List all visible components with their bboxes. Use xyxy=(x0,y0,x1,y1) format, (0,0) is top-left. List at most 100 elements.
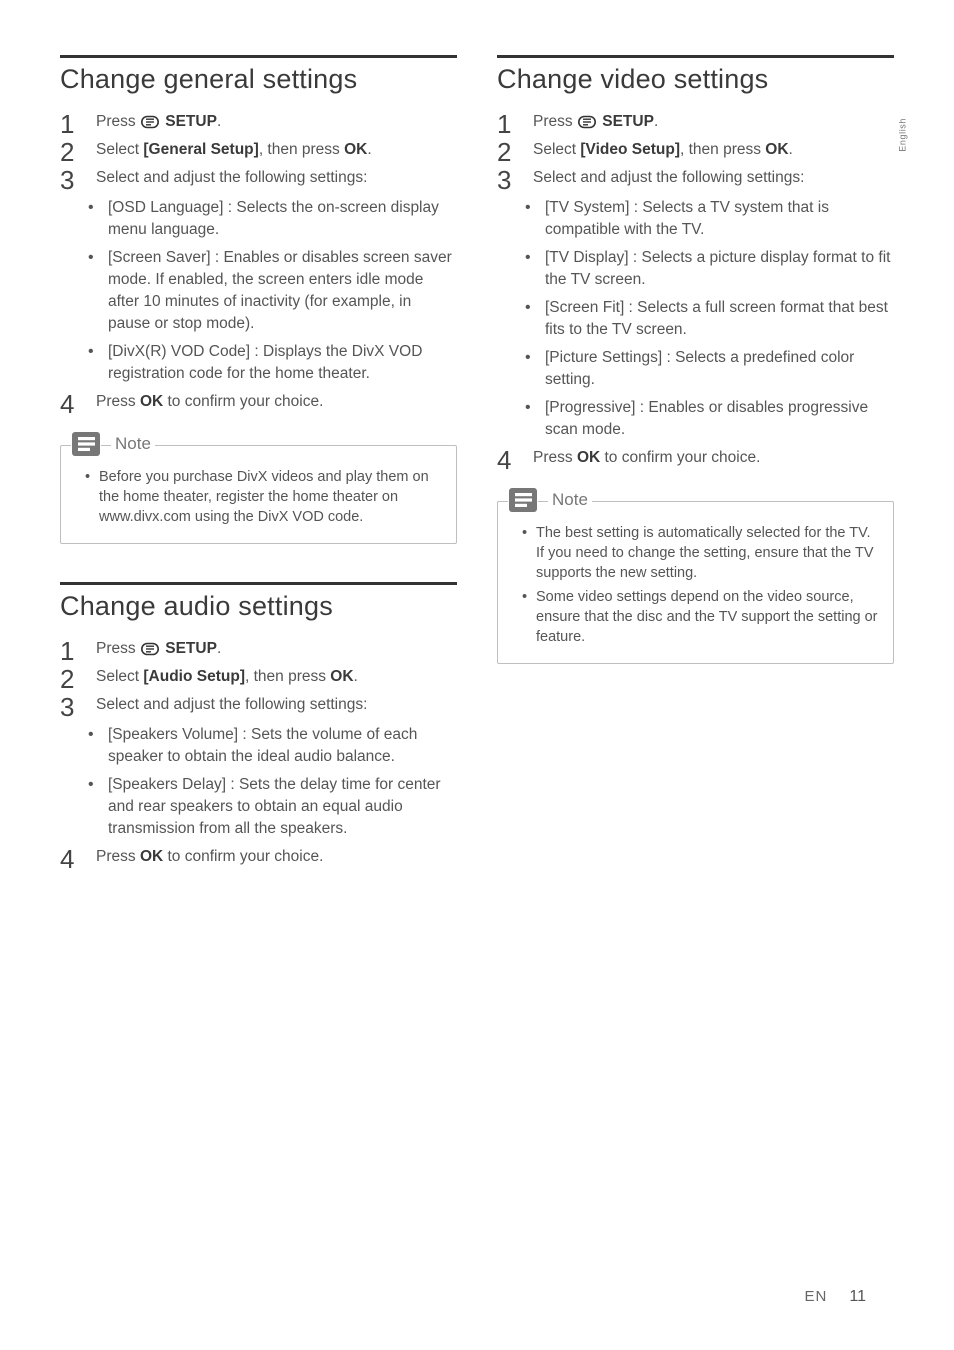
note-box-general: Note Before you purchase DivX videos and… xyxy=(60,445,457,544)
bullet-item: [TV Display] : Selects a picture display… xyxy=(531,247,894,291)
step-number: 3 xyxy=(60,694,82,720)
step-1: 1 Press SETUP. xyxy=(60,638,457,664)
step-number: 4 xyxy=(497,447,519,473)
text: . xyxy=(654,113,658,130)
text: Press xyxy=(533,449,577,466)
text: , then press xyxy=(680,141,765,158)
step-body: Select [Audio Setup], then press OK. xyxy=(96,666,457,688)
text: to confirm your choice. xyxy=(600,449,760,466)
step-body: Press OK to confirm your choice. xyxy=(96,846,457,868)
step-number: 2 xyxy=(60,666,82,692)
section-title-audio: Change audio settings xyxy=(60,591,457,622)
step-body: Select and adjust the following settings… xyxy=(96,694,457,716)
steps-general: 1 Press SETUP. 2 Select [General Setup],… xyxy=(60,111,457,417)
step-2: 2 Select [Audio Setup], then press OK. xyxy=(60,666,457,692)
step-1: 1 Press SETUP. xyxy=(60,111,457,137)
note-header: Note xyxy=(498,487,893,513)
setting-name: [TV System] xyxy=(545,199,629,216)
bullet-item: [DivX(R) VOD Code] : Displays the DivX V… xyxy=(94,341,457,385)
step-number: 2 xyxy=(497,139,519,165)
text: Select xyxy=(533,141,580,158)
text: to confirm your choice. xyxy=(163,848,323,865)
step-number: 1 xyxy=(60,111,82,137)
right-column: Change video settings 1 Press SETUP. 2 S… xyxy=(497,55,894,910)
bullet-item: [Progressive] : Enables or disables prog… xyxy=(531,397,894,441)
language-tab: English xyxy=(898,118,908,152)
setting-name: [Speakers Delay] xyxy=(108,776,226,793)
section-general-settings: Change general settings 1 Press SETUP. 2… xyxy=(60,55,457,544)
bullet-item: [Screen Fit] : Selects a full screen for… xyxy=(531,297,894,341)
text: Select xyxy=(96,668,143,685)
text: . xyxy=(354,668,358,685)
setup-label: SETUP xyxy=(165,640,217,657)
text: Press xyxy=(96,113,140,130)
ok-label: OK xyxy=(765,141,788,158)
setup-label: SETUP xyxy=(165,113,217,130)
setting-name: [DivX(R) VOD Code] xyxy=(108,343,250,360)
setting-name: [Screen Saver] xyxy=(108,249,211,266)
section-rule xyxy=(60,55,457,58)
step-number: 3 xyxy=(60,167,82,193)
step-4: 4 Press OK to confirm your choice. xyxy=(60,846,457,872)
note-item: The best setting is automatically select… xyxy=(524,523,879,583)
step-body: Select and adjust the following settings… xyxy=(533,167,894,189)
text: Press xyxy=(96,640,140,657)
step-4: 4 Press OK to confirm your choice. xyxy=(60,391,457,417)
ok-label: OK xyxy=(140,848,163,865)
footer-page-number: 11 xyxy=(849,1288,866,1306)
step-body: Press SETUP. xyxy=(96,638,457,663)
bullet-item: [Picture Settings] : Selects a predefine… xyxy=(531,347,894,391)
section-rule xyxy=(60,582,457,585)
bullet-item: [Speakers Volume] : Sets the volume of e… xyxy=(94,724,457,768)
settings-bullets-audio: [Speakers Volume] : Sets the volume of e… xyxy=(60,724,457,840)
ok-label: OK xyxy=(140,393,163,410)
setup-icon xyxy=(578,114,596,136)
note-icon xyxy=(508,487,538,513)
note-label: Note xyxy=(111,434,155,454)
step-number: 1 xyxy=(497,111,519,137)
step-body: Press SETUP. xyxy=(96,111,457,136)
steps-audio: 1 Press SETUP. 2 Select [Audio Setup], t… xyxy=(60,638,457,872)
step-4: 4 Press OK to confirm your choice. xyxy=(497,447,894,473)
step-3: 3 Select and adjust the following settin… xyxy=(60,167,457,193)
step-body: Select [General Setup], then press OK. xyxy=(96,139,457,161)
setting-name: [Picture Settings] xyxy=(545,349,662,366)
text: . xyxy=(789,141,793,158)
step-1: 1 Press SETUP. xyxy=(497,111,894,137)
bullet-item: [TV System] : Selects a TV system that i… xyxy=(531,197,894,241)
menu-item: [General Setup] xyxy=(143,141,258,158)
note-body: Before you purchase DivX videos and play… xyxy=(61,463,456,543)
settings-bullets-video: [TV System] : Selects a TV system that i… xyxy=(497,197,894,441)
note-item: Some video settings depend on the video … xyxy=(524,587,879,647)
step-2: 2 Select [General Setup], then press OK. xyxy=(60,139,457,165)
bullet-item: [Speakers Delay] : Sets the delay time f… xyxy=(94,774,457,840)
text: , then press xyxy=(259,141,344,158)
ok-label: OK xyxy=(577,449,600,466)
setting-name: [Progressive] xyxy=(545,399,635,416)
step-3: 3 Select and adjust the following settin… xyxy=(60,694,457,720)
step-3: 3 Select and adjust the following settin… xyxy=(497,167,894,193)
step-body: Select and adjust the following settings… xyxy=(96,167,457,189)
setup-icon xyxy=(141,641,159,663)
text: to confirm your choice. xyxy=(163,393,323,410)
section-video-settings: Change video settings 1 Press SETUP. 2 S… xyxy=(497,55,894,664)
setting-name: [Screen Fit] xyxy=(545,299,624,316)
ok-label: OK xyxy=(330,668,353,685)
step-number: 4 xyxy=(60,846,82,872)
step-body: Press SETUP. xyxy=(533,111,894,136)
setup-icon xyxy=(141,114,159,136)
text: Select xyxy=(96,141,143,158)
ok-label: OK xyxy=(344,141,367,158)
step-body: Select [Video Setup], then press OK. xyxy=(533,139,894,161)
steps-video: 1 Press SETUP. 2 Select [Video Setup], t… xyxy=(497,111,894,473)
note-header: Note xyxy=(61,431,456,457)
text: Press xyxy=(533,113,577,130)
two-column-layout: Change general settings 1 Press SETUP. 2… xyxy=(60,55,894,910)
step-body: Press OK to confirm your choice. xyxy=(96,391,457,413)
text: Press xyxy=(96,848,140,865)
menu-item: [Audio Setup] xyxy=(143,668,245,685)
menu-item: [Video Setup] xyxy=(580,141,680,158)
left-column: Change general settings 1 Press SETUP. 2… xyxy=(60,55,457,910)
section-title-general: Change general settings xyxy=(60,64,457,95)
step-number: 3 xyxy=(497,167,519,193)
